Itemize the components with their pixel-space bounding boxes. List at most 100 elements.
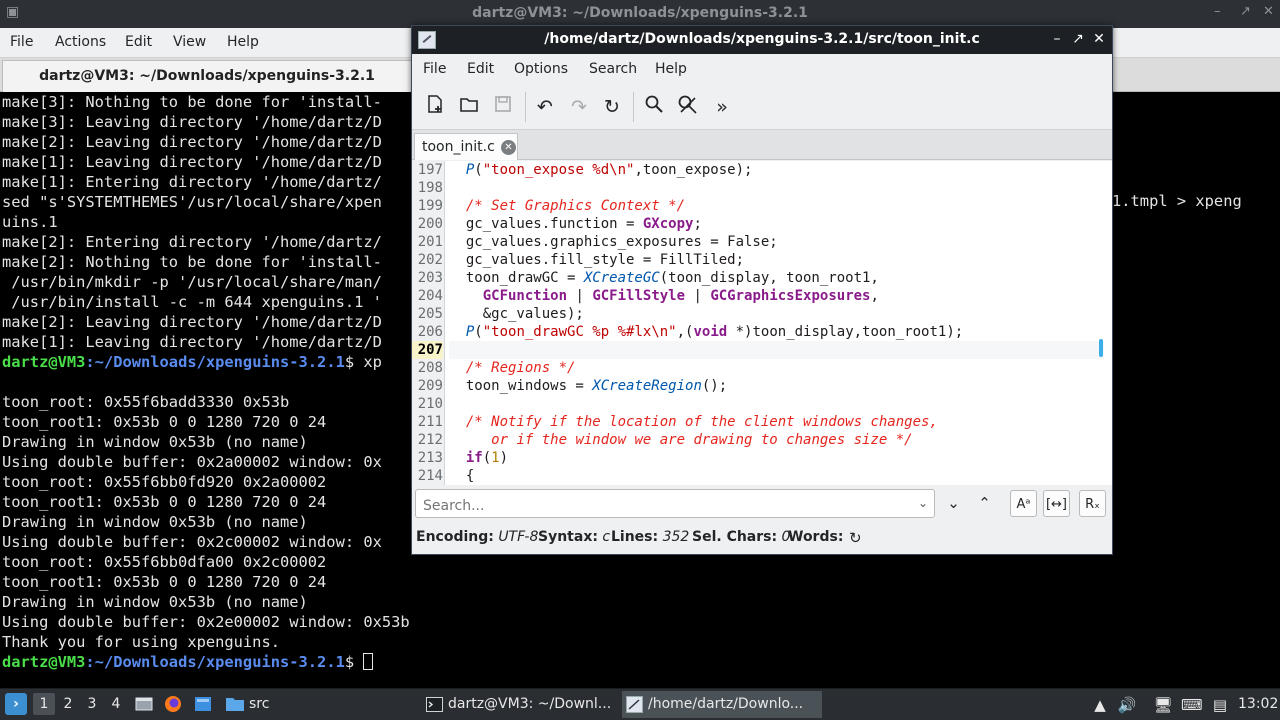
screen-icon[interactable]: 🖥 bbox=[1153, 695, 1173, 715]
terminal-line: make[1]: Entering directory '/home/dartz… bbox=[2, 173, 382, 191]
menu-file[interactable]: File bbox=[423, 61, 446, 77]
line-number: 200 bbox=[417, 216, 443, 232]
workspace-1[interactable]: 1 bbox=[33, 693, 55, 715]
line-number-gutter: 197 198 199 200 201 202 203 204 205 206 207 208 209 2… bbox=[412, 161, 445, 485]
undo-icon[interactable]: ↶ bbox=[532, 94, 558, 120]
code-line: gc_values.function = GXcopy; bbox=[449, 215, 1104, 233]
file-manager-icon[interactable] bbox=[193, 694, 213, 714]
tray-arrow-icon[interactable]: ▲ bbox=[1090, 695, 1110, 715]
refresh-word-count-icon[interactable]: ↻ bbox=[849, 529, 862, 547]
maximize-icon[interactable]: ↗ bbox=[1069, 30, 1087, 48]
editor-window[interactable]: /home/dartz/Downloads/xpenguins-3.2.1/sr… bbox=[411, 25, 1113, 555]
lines-status: Lines: 352 bbox=[611, 529, 690, 545]
file-tab[interactable]: toon_init.c ✕ bbox=[414, 133, 518, 160]
workspace-4[interactable]: 4 bbox=[105, 693, 127, 715]
volume-icon[interactable]: 🔊 bbox=[1117, 695, 1137, 715]
code-token: (); bbox=[701, 378, 728, 394]
terminal-line: /usr/bin/mkdir -p '/usr/local/share/man/ bbox=[2, 273, 382, 291]
menu-search[interactable]: Search bbox=[589, 61, 637, 77]
start-menu-icon[interactable]: › bbox=[5, 693, 27, 715]
menu-help[interactable]: Help bbox=[227, 34, 259, 50]
open-folder-icon[interactable] bbox=[456, 94, 482, 120]
code-token: /* Notify if the location of the client … bbox=[465, 414, 938, 430]
terminal-tab[interactable]: dartz@VM3: ~/Downloads/xpenguins-3.2.1 bbox=[2, 60, 412, 92]
terminal-line: make[3]: Nothing to be done for 'install… bbox=[2, 93, 382, 111]
go-to-line-icon[interactable]: » bbox=[709, 94, 735, 120]
prompt-command: $ bbox=[344, 653, 364, 671]
line-number: 206 bbox=[417, 324, 443, 340]
editor-title: /home/dartz/Downloads/xpenguins-3.2.1/sr… bbox=[544, 31, 980, 47]
terminal-line: make[1]: Leaving directory '/home/dartz/… bbox=[2, 153, 382, 171]
menu-help[interactable]: Help bbox=[655, 61, 687, 77]
code-line: P("toon_expose %d\n",toon_expose); bbox=[449, 161, 1104, 179]
search-bar: ⌄ ⌄ ⌃ Aᵃ [↔] Rₓ bbox=[412, 485, 1112, 523]
code-token: gc_values.fill_style = FillTiled; bbox=[449, 252, 745, 268]
save-icon[interactable] bbox=[490, 94, 516, 120]
find-replace-icon[interactable] bbox=[675, 94, 701, 120]
maximize-icon[interactable]: ↗ bbox=[1240, 4, 1251, 19]
clock[interactable]: 13:02 bbox=[1238, 696, 1278, 712]
keyboard-icon[interactable]: ⌨ bbox=[1181, 695, 1203, 715]
folder-icon[interactable] bbox=[225, 694, 245, 714]
code-line: { bbox=[449, 467, 1104, 485]
syntax-status[interactable]: Syntax: c bbox=[538, 529, 610, 545]
terminal-app-icon[interactable]: ▣ bbox=[6, 4, 19, 20]
code-token: /* Regions */ bbox=[465, 360, 576, 376]
code-line: P("toon_drawGC %p %#lx\n",(void *)toon_d… bbox=[449, 323, 1104, 341]
menu-view[interactable]: View bbox=[173, 34, 206, 50]
terminal-titlebar[interactable]: dartz@VM3: ~/Downloads/xpenguins-3.2.1 –… bbox=[0, 0, 1280, 28]
folder-label[interactable]: src bbox=[249, 696, 269, 712]
firefox-icon[interactable] bbox=[163, 694, 183, 714]
terminal-final-prompt[interactable]: dartz@VM3:~/Downloads/xpenguins-3.2.1$ bbox=[2, 652, 374, 672]
prompt-path: :~/Downloads/xpenguins-3.2.1 bbox=[85, 353, 345, 371]
task-editor[interactable]: /home/dartz/Downlo... bbox=[622, 691, 822, 718]
vertical-scrollbar[interactable] bbox=[1099, 339, 1103, 357]
code-line: &gc_values); bbox=[449, 305, 1104, 323]
prompt-command: $ xp bbox=[344, 353, 382, 371]
show-desktop-icon[interactable] bbox=[134, 694, 154, 714]
task-terminal[interactable]: dartz@VM3: ~/Downl... bbox=[422, 691, 618, 718]
match-case-icon[interactable]: Aᵃ bbox=[1010, 490, 1037, 517]
terminal-line: toon_root: 0x55f6bb0fd920 0x2a00002 bbox=[2, 473, 327, 491]
regex-icon[interactable]: Rₓ bbox=[1079, 490, 1106, 517]
code-token: XCreateGC bbox=[583, 270, 660, 286]
find-next-icon[interactable]: ⌄ bbox=[940, 490, 967, 517]
find-previous-icon[interactable]: ⌃ bbox=[971, 490, 998, 517]
network-icon[interactable]: ▤ bbox=[1210, 695, 1230, 715]
code-token: 1 bbox=[491, 450, 500, 466]
whole-word-icon[interactable]: [↔] bbox=[1043, 490, 1070, 517]
terminal-line: make[2]: Entering directory '/home/dartz… bbox=[2, 233, 382, 251]
menu-edit[interactable]: Edit bbox=[467, 61, 494, 77]
status-bar: Encoding: UTF-8 Syntax: c Lines: 352 Sel… bbox=[412, 525, 1112, 553]
menu-options[interactable]: Options bbox=[514, 61, 568, 77]
task-editor-label: /home/dartz/Downlo... bbox=[648, 696, 804, 712]
text-cursor bbox=[363, 653, 374, 670]
workspace-2[interactable]: 2 bbox=[57, 693, 79, 715]
chevron-down-icon[interactable]: ⌄ bbox=[918, 496, 928, 510]
code-token: toon_windows = bbox=[449, 378, 593, 394]
terminal-line: Drawing in window 0x53b (no name) bbox=[2, 433, 308, 451]
new-document-icon[interactable] bbox=[422, 94, 448, 120]
code-editor[interactable]: 197 198 199 200 201 202 203 204 205 206 207 208 209 2… bbox=[412, 161, 1112, 485]
close-icon[interactable]: ✕ bbox=[1090, 30, 1108, 48]
workspace-3[interactable]: 3 bbox=[81, 693, 103, 715]
reload-icon[interactable]: ↻ bbox=[599, 94, 625, 120]
close-icon[interactable]: ✕ bbox=[1263, 4, 1274, 19]
menu-edit[interactable]: Edit bbox=[125, 34, 152, 50]
minimize-icon[interactable]: – bbox=[1214, 4, 1221, 19]
editor-titlebar[interactable]: /home/dartz/Downloads/xpenguins-3.2.1/sr… bbox=[412, 26, 1112, 54]
menu-actions[interactable]: Actions bbox=[55, 34, 106, 50]
tab-close-icon[interactable]: ✕ bbox=[501, 140, 516, 155]
menu-file[interactable]: File bbox=[10, 34, 33, 50]
code-token: ) bbox=[499, 450, 509, 466]
minimize-icon[interactable]: – bbox=[1048, 30, 1066, 48]
redo-icon[interactable]: ↷ bbox=[566, 94, 592, 120]
find-icon[interactable] bbox=[641, 94, 667, 120]
code-token: gc_values.function = bbox=[449, 216, 643, 232]
code-line: toon_windows = XCreateRegion(); bbox=[449, 377, 1104, 395]
search-input[interactable] bbox=[415, 489, 935, 518]
